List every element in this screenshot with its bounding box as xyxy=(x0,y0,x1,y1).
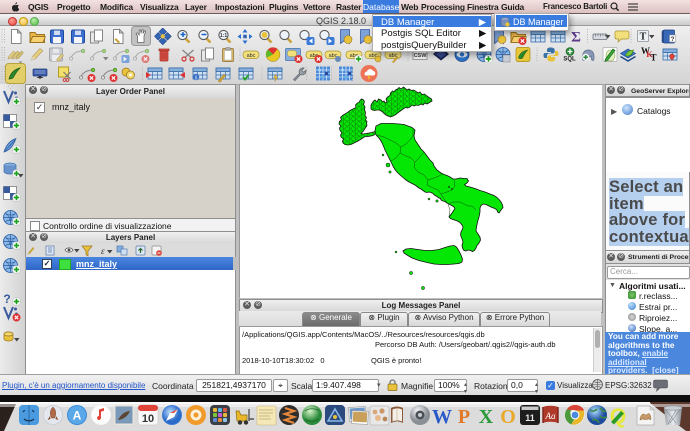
svg-text:A: A xyxy=(73,409,82,423)
svg-text:ε: ε xyxy=(101,246,105,256)
svg-text:P: P xyxy=(458,406,470,428)
svg-text:O: O xyxy=(500,406,516,428)
svg-text:W: W xyxy=(432,406,452,428)
svg-text:X: X xyxy=(479,406,494,428)
svg-text:11: 11 xyxy=(525,413,535,423)
svg-text:10: 10 xyxy=(142,413,154,425)
svg-text:Aa: Aa xyxy=(545,411,556,421)
svg-text:?: ? xyxy=(3,292,10,306)
svg-text:1:1: 1:1 xyxy=(220,33,227,39)
